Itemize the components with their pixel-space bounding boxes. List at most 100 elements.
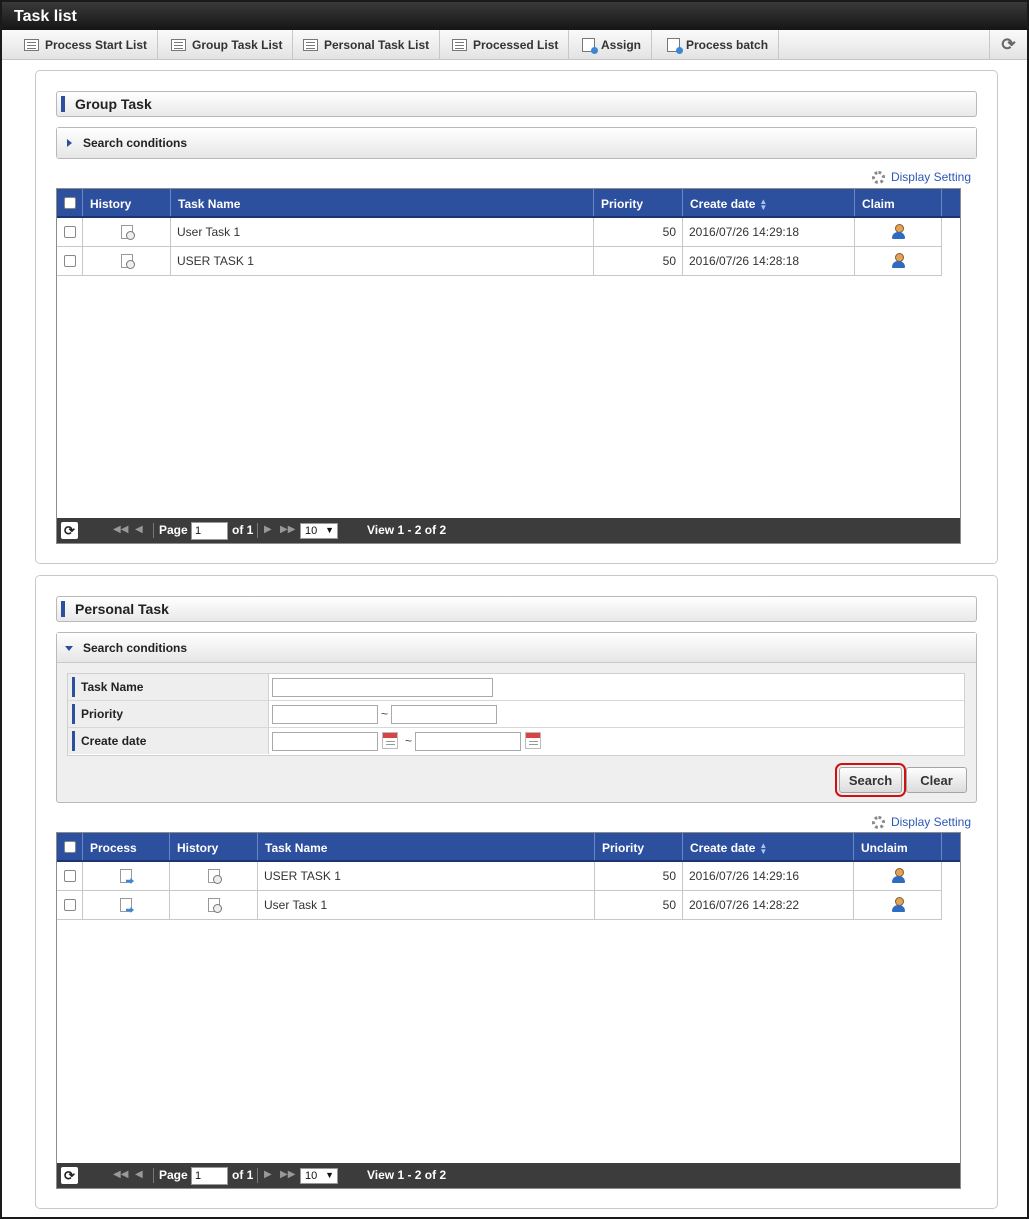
prev-page-icon[interactable]: ◀	[135, 524, 143, 535]
personal-search-conditions: Search conditions Task Name Priority ~ C…	[56, 632, 977, 803]
table-row[interactable]: USER TASK 1 50 2016/07/26 14:29:16	[57, 862, 942, 891]
window-title: Task list	[2, 2, 1027, 30]
history-icon[interactable]	[207, 898, 222, 913]
grid-header: Process History Task Name Priority Creat…	[57, 833, 960, 862]
priority-cell: 50	[595, 891, 683, 919]
prev-page-icon[interactable]: ◀	[135, 1169, 143, 1180]
page-count-label: of 1	[232, 1168, 254, 1182]
row-checkbox[interactable]	[63, 899, 76, 911]
assign-doc-icon	[582, 38, 598, 54]
pager-refresh-icon[interactable]: ⟳	[61, 1167, 78, 1184]
column-task-name[interactable]: Task Name	[171, 189, 594, 216]
last-page-icon[interactable]: ▶▶	[280, 1169, 295, 1180]
select-all-checkbox[interactable]	[57, 833, 83, 860]
process-batch-button[interactable]: Process batch	[657, 30, 780, 60]
select-all-checkbox[interactable]	[57, 189, 83, 216]
next-page-icon[interactable]: ▶	[264, 524, 272, 535]
view-count-label: View 1 - 2 of 2	[367, 523, 447, 537]
sort-icon: ▲ ▼	[759, 840, 768, 856]
task-name-cell: USER TASK 1	[171, 247, 594, 275]
column-priority[interactable]: Priority	[595, 833, 683, 860]
processed-list-button[interactable]: Processed List	[442, 30, 570, 60]
page-number-input[interactable]	[191, 522, 228, 540]
unclaim-user-icon[interactable]	[891, 868, 905, 884]
calendar-icon[interactable]	[525, 732, 541, 749]
priority-condition: Priority ~	[68, 701, 964, 728]
first-page-icon[interactable]: ◀◀	[113, 524, 128, 535]
task-name-cell: User Task 1	[258, 891, 595, 919]
task-list-window: Task list Process Start List Group Task …	[0, 0, 1029, 1219]
row-checkbox[interactable]	[63, 870, 76, 882]
rows-per-page-select[interactable]: 10 ▼	[300, 1168, 338, 1184]
group-search-toggle[interactable]: Search conditions	[57, 128, 976, 158]
personal-display-setting-link[interactable]: Display Setting	[871, 815, 971, 829]
group-task-grid: History Task Name Priority Create date ▲ ▼…	[56, 188, 961, 544]
create-date-cell: 2016/07/26 14:28:18	[683, 247, 855, 275]
priority-from-input[interactable]	[272, 705, 378, 724]
table-row[interactable]: User Task 1 50 2016/07/26 14:29:18	[57, 218, 942, 247]
pager-refresh-icon[interactable]: ⟳	[61, 522, 78, 539]
grid-body: USER TASK 1 50 2016/07/26 14:29:16 User …	[57, 862, 942, 920]
rows-per-page-select[interactable]: 10 ▼	[300, 523, 338, 539]
grid-header: History Task Name Priority Create date ▲ ▼…	[57, 189, 960, 218]
next-page-icon[interactable]: ▶	[264, 1169, 272, 1180]
claim-user-icon[interactable]	[891, 224, 905, 240]
personal-task-list-button[interactable]: Personal Task List	[293, 30, 441, 60]
group-pager: ⟳ ◀◀ ◀ Page of 1 ▶ ▶▶ 10▼ View 1 - 2 of …	[57, 518, 960, 543]
personal-task-grid: Process History Task Name Priority Creat…	[56, 832, 961, 1189]
page-number-input[interactable]	[191, 1167, 228, 1185]
column-claim[interactable]: Claim	[855, 189, 942, 216]
row-checkbox[interactable]	[63, 226, 76, 238]
row-checkbox[interactable]	[63, 255, 76, 267]
list-icon	[24, 39, 39, 51]
column-unclaim[interactable]: Unclaim	[854, 833, 942, 860]
history-icon[interactable]	[120, 225, 135, 240]
personal-search-toggle[interactable]: Search conditions	[57, 633, 976, 663]
group-display-setting-link[interactable]: Display Setting	[871, 170, 971, 184]
history-icon[interactable]	[207, 869, 222, 884]
toolbar-refresh-button[interactable]: ⟳	[989, 30, 1027, 60]
gear-icon	[871, 815, 885, 829]
create-date-to-input[interactable]	[415, 732, 521, 751]
group-task-panel: Group Task Search conditions Display Set…	[35, 70, 998, 564]
page-label: Page	[159, 1168, 188, 1182]
table-row[interactable]: User Task 1 50 2016/07/26 14:28:22	[57, 891, 942, 920]
clear-button[interactable]: Clear	[906, 767, 967, 793]
priority-to-input[interactable]	[391, 705, 497, 724]
process-icon[interactable]	[120, 898, 132, 912]
group-search-conditions: Search conditions	[56, 127, 977, 159]
history-icon[interactable]	[120, 254, 135, 269]
grid-body: User Task 1 50 2016/07/26 14:29:18 USER …	[57, 218, 942, 276]
list-icon	[171, 39, 186, 51]
last-page-icon[interactable]: ▶▶	[280, 524, 295, 535]
list-icon	[303, 39, 318, 51]
batch-doc-icon	[667, 38, 683, 54]
task-name-input[interactable]	[272, 678, 493, 697]
table-row[interactable]: USER TASK 1 50 2016/07/26 14:28:18	[57, 247, 942, 276]
personal-task-title: Personal Task	[56, 596, 977, 622]
list-icon	[452, 39, 467, 51]
column-history[interactable]: History	[170, 833, 258, 860]
column-history[interactable]: History	[83, 189, 171, 216]
column-create-date[interactable]: Create date ▲ ▼	[683, 833, 854, 860]
refresh-icon: ⟳	[1001, 35, 1016, 54]
claim-user-icon[interactable]	[891, 253, 905, 269]
column-create-date[interactable]: Create date ▲ ▼	[683, 189, 855, 216]
column-task-name[interactable]: Task Name	[258, 833, 595, 860]
unclaim-user-icon[interactable]	[891, 897, 905, 913]
first-page-icon[interactable]: ◀◀	[113, 1169, 128, 1180]
process-start-list-button[interactable]: Process Start List	[14, 30, 159, 60]
expand-arrow-icon	[67, 139, 72, 147]
search-button[interactable]: Search	[835, 763, 906, 797]
assign-button[interactable]: Assign	[572, 30, 653, 60]
column-process[interactable]: Process	[83, 833, 170, 860]
group-task-list-button[interactable]: Group Task List	[161, 30, 294, 60]
process-icon[interactable]	[120, 869, 132, 883]
priority-cell: 50	[595, 862, 683, 890]
column-priority[interactable]: Priority	[594, 189, 683, 216]
chevron-down-icon: ▼	[325, 525, 334, 535]
create-date-from-input[interactable]	[272, 732, 378, 751]
search-conditions-form: Task Name Priority ~ Create date ~	[67, 673, 965, 756]
calendar-icon[interactable]	[382, 732, 398, 749]
sort-icon: ▲ ▼	[759, 196, 768, 212]
